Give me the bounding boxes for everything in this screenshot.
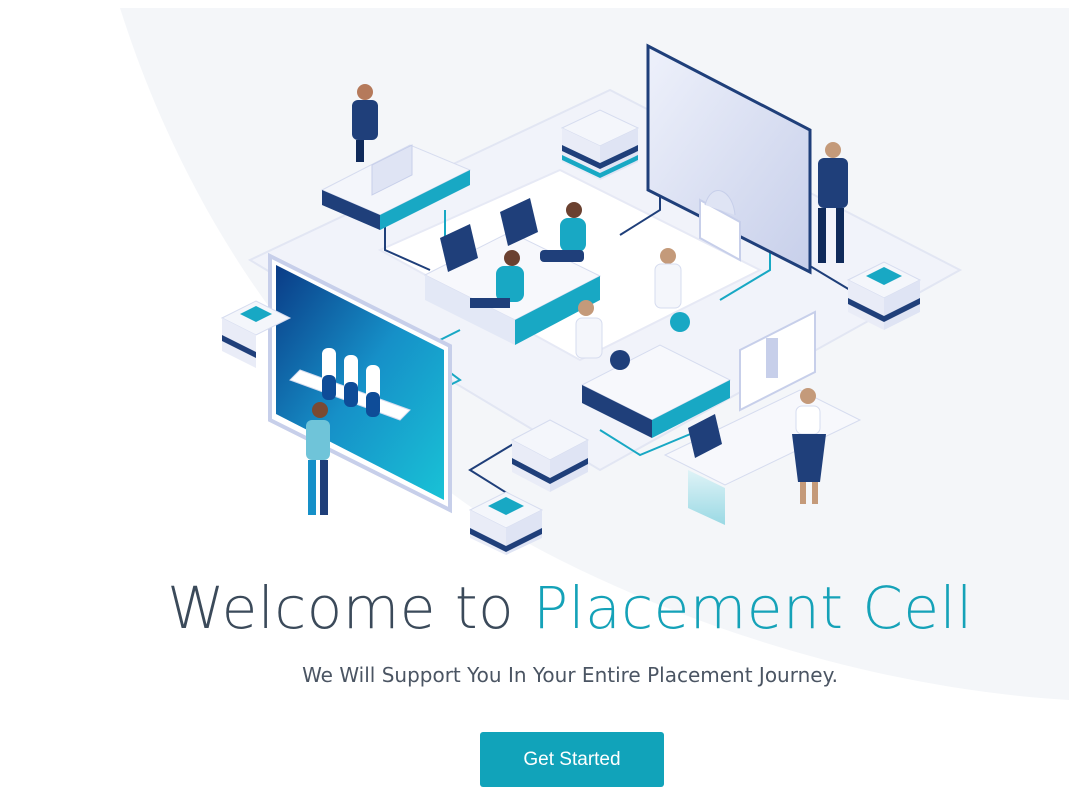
office-illustration	[220, 43, 963, 555]
person-top-left	[352, 84, 378, 162]
hero-title-prefix: Welcome to	[167, 574, 534, 642]
hero-title-highlight: Placement Cell	[533, 574, 973, 642]
get-started-button[interactable]: Get Started	[480, 732, 664, 787]
hero-title: Welcome to Placement Cell	[0, 572, 1069, 644]
hero-subtitle: We Will Support You In Your Entire Place…	[302, 663, 838, 687]
landing-page: Welcome to Placement Cell We Will Suppor…	[0, 0, 1069, 799]
